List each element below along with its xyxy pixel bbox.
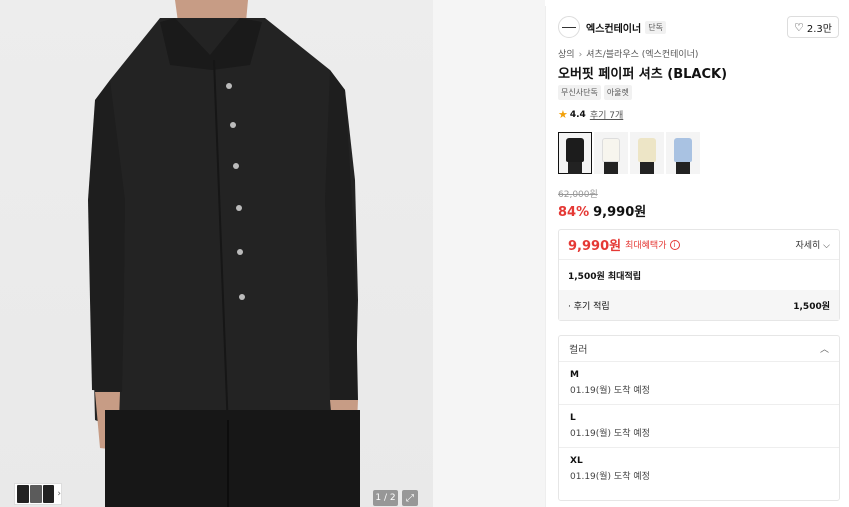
option-item-xl[interactable]: XL 01.19(월) 도착 예정 (559, 448, 839, 491)
layout-gutter (433, 0, 545, 507)
product-image-gallery[interactable]: › 1 / 2 ⤢ (0, 0, 433, 507)
product-tags: 무신사단독 아울렛 (558, 85, 632, 100)
info-icon[interactable]: i (669, 239, 680, 250)
sale-price: 9,990원 (593, 205, 647, 220)
benefit-price: 9,990원 (568, 239, 622, 254)
star-icon: ★ (558, 108, 568, 121)
breadcrumb: 상의 › 셔츠/블라우스 (엑스컨테이너) (558, 47, 698, 60)
option-item-l[interactable]: L 01.19(월) 도착 예정 (559, 405, 839, 448)
swatch-white[interactable] (594, 132, 628, 174)
brand-row: 엑스컨테이너 단독 ♡ 2.3만 (558, 16, 839, 38)
original-price: 62,000원 (558, 190, 598, 200)
brand-name[interactable]: 엑스컨테이너 (586, 20, 641, 35)
swatch-cream[interactable] (630, 132, 664, 174)
tag-outlet: 아울렛 (603, 85, 632, 100)
review-points-amount: 1,500원 (793, 301, 830, 312)
breadcrumb-item-subcategory[interactable]: 셔츠/블라우스 (엑스컨테이너) (586, 50, 698, 60)
chevron-up-icon: ︿ (819, 345, 829, 355)
option-eta: 01.19(월) 도착 예정 (570, 386, 650, 396)
option-eta: 01.19(월) 도착 예정 (570, 429, 650, 439)
discount-rate: 84% (558, 205, 590, 220)
benefit-detail-toggle[interactable]: 자세히 ⌵ (795, 238, 830, 251)
detail-label: 자세히 (795, 241, 821, 251)
reviews-link[interactable]: 후기 7개 (590, 108, 623, 121)
brand-badge: 단독 (645, 20, 666, 34)
benefit-points: 1,500원 최대적립 (568, 271, 642, 282)
thumbnail-3[interactable] (42, 485, 55, 503)
product-info-panel: 엑스컨테이너 단독 ♡ 2.3만 상의 › 셔츠/블라우스 (엑스컨테이너) 오버핏… (545, 6, 849, 507)
rating-score: 4.4 (569, 109, 586, 120)
price-row: 84% 9,990원 (558, 201, 646, 220)
thumbnail-2[interactable] (29, 485, 42, 503)
heart-icon: ♡ (794, 20, 804, 34)
option-selector: 컬러 ︿ M 01.19(월) 도착 예정 L 01.19(월) 도착 예정 X… (558, 335, 840, 501)
brand-logo[interactable] (558, 16, 580, 38)
thumbnail-1[interactable] (17, 485, 29, 503)
benefit-label: 최대혜택가 (625, 241, 667, 251)
chevron-right-icon: › (578, 50, 583, 60)
color-swatches (558, 132, 700, 174)
breadcrumb-item-category[interactable]: 상의 (558, 50, 575, 60)
color-dropdown[interactable]: 컬러 ︿ (559, 336, 839, 362)
chevron-right-icon[interactable]: › (57, 489, 61, 499)
swatch-black[interactable] (558, 132, 592, 174)
like-button[interactable]: ♡ 2.3만 (787, 16, 839, 38)
expand-icon[interactable]: ⤢ (402, 490, 418, 506)
thumbnail-strip[interactable]: › (14, 483, 62, 505)
benefit-box: 9,990원 최대혜택가 i 자세히 ⌵ 1,500원 최대적립 · 후기 적립… (558, 229, 840, 321)
chevron-down-icon: ⌵ (823, 241, 830, 251)
product-title: 오버핏 페이퍼 셔츠 (BLACK) (558, 67, 728, 82)
image-counter: 1 / 2 (373, 490, 398, 506)
review-points-row: · 후기 적립 1,500원 (559, 290, 839, 320)
option-size: L (570, 413, 576, 423)
option-eta: 01.19(월) 도착 예정 (570, 472, 650, 482)
option-size: XL (570, 456, 583, 466)
rating-row: ★ 4.4 후기 7개 (558, 108, 623, 121)
like-count: 2.3만 (806, 23, 832, 35)
color-dropdown-label: 컬러 (569, 345, 588, 356)
swatch-blue[interactable] (666, 132, 700, 174)
option-size: M (570, 370, 579, 380)
tag-exclusive: 무신사단독 (558, 85, 601, 100)
product-photo (88, 0, 360, 507)
option-item-m[interactable]: M 01.19(월) 도착 예정 (559, 362, 839, 405)
review-points-label: · 후기 적립 (568, 301, 610, 312)
benefit-header: 9,990원 최대혜택가 i 자세히 ⌵ (559, 230, 839, 260)
